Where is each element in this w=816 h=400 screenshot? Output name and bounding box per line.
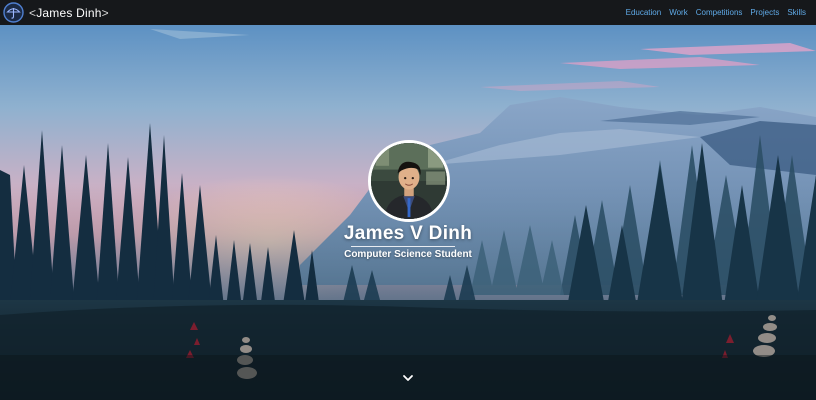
- chevron-down-icon[interactable]: [400, 372, 416, 384]
- hero-name: James V Dinh: [343, 223, 473, 244]
- top-navbar: < James Dinh > Education Work Competitio…: [0, 0, 816, 25]
- hero-divider: [351, 246, 455, 247]
- nav-link-skills[interactable]: Skills: [787, 8, 806, 17]
- umbrella-logo-icon[interactable]: [3, 2, 24, 23]
- profile-photo: [368, 140, 450, 222]
- brand-name: James Dinh: [36, 5, 102, 20]
- profile-photo-image: [371, 143, 447, 219]
- nav-link-projects[interactable]: Projects: [750, 8, 779, 17]
- nav-link-work[interactable]: Work: [669, 8, 688, 17]
- nav-link-competitions[interactable]: Competitions: [696, 8, 743, 17]
- brand-link[interactable]: < James Dinh >: [29, 0, 109, 25]
- nav-link-education[interactable]: Education: [626, 8, 662, 17]
- hero-subtitle: Computer Science Student: [344, 249, 472, 260]
- brand-bracket-open: <: [29, 5, 37, 20]
- brand-bracket-close: >: [101, 5, 109, 20]
- nav-links: Education Work Competitions Projects Ski…: [626, 0, 806, 25]
- hero-section: James V Dinh Computer Science Student: [0, 25, 816, 400]
